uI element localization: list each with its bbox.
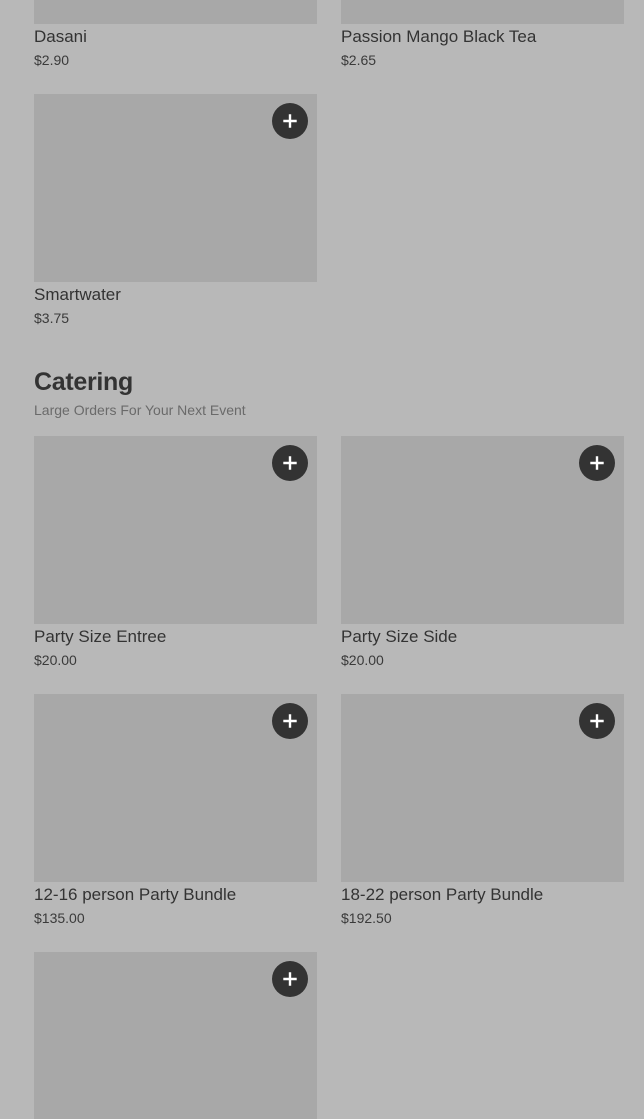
- item-name: Smartwater: [34, 285, 121, 304]
- add-item-button[interactable]: [272, 103, 308, 139]
- section-subtitle: Large Orders For Your Next Event: [34, 402, 246, 418]
- item-name: Dasani: [34, 27, 87, 46]
- plus-icon: [283, 456, 297, 470]
- plus-icon: [590, 714, 604, 728]
- plus-icon: [283, 714, 297, 728]
- item-image[interactable]: [34, 0, 317, 24]
- item-name: 18-22 person Party Bundle: [341, 885, 544, 904]
- item-image[interactable]: [341, 0, 624, 24]
- item-price: $20.00: [34, 652, 77, 668]
- item-name: Party Size Side: [341, 627, 458, 646]
- plus-icon: [590, 456, 604, 470]
- item-name: Party Size Entree: [34, 627, 167, 646]
- item-price: $135.00: [34, 910, 85, 926]
- item-price: $2.65: [341, 52, 377, 68]
- plus-icon: [283, 114, 297, 128]
- add-item-button[interactable]: [272, 445, 308, 481]
- add-item-button[interactable]: [579, 703, 615, 739]
- item-price: $2.90: [34, 52, 70, 68]
- section-title: Catering: [34, 368, 134, 396]
- add-item-button[interactable]: [272, 703, 308, 739]
- add-item-button[interactable]: [272, 961, 308, 997]
- item-name: Passion Mango Black Tea: [341, 27, 537, 46]
- plus-icon: [283, 972, 297, 986]
- item-name: 12-16 person Party Bundle: [34, 885, 237, 904]
- item-price: $20.00: [341, 652, 384, 668]
- item-price: $3.75: [34, 310, 70, 326]
- add-item-button[interactable]: [579, 445, 615, 481]
- item-price: $192.50: [341, 910, 392, 926]
